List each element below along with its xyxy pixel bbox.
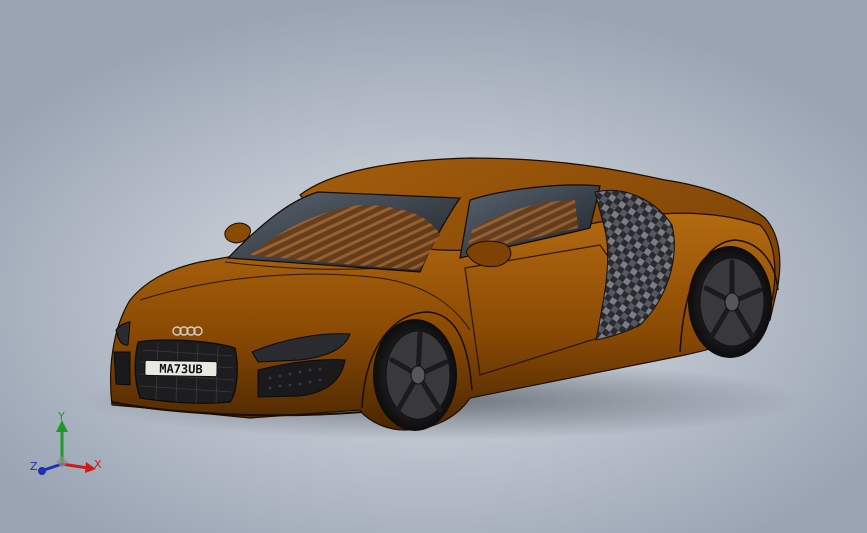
- coordinate-triad: Y X Z: [30, 410, 102, 475]
- car-model[interactable]: MA73UB: [0, 0, 867, 533]
- graphics-viewport[interactable]: MA73UB Y X Z: [0, 0, 867, 533]
- x-axis-line: [61, 462, 89, 470]
- y-axis-label: Y: [57, 410, 65, 423]
- license-plate-text: MA73UB: [159, 362, 203, 377]
- x-axis-label: X: [94, 458, 102, 471]
- z-axis-end: [38, 467, 46, 475]
- front-wheel: [373, 319, 457, 431]
- intake-left: [113, 351, 131, 386]
- z-axis-label: Z: [30, 460, 38, 473]
- rear-wheel: [688, 246, 772, 358]
